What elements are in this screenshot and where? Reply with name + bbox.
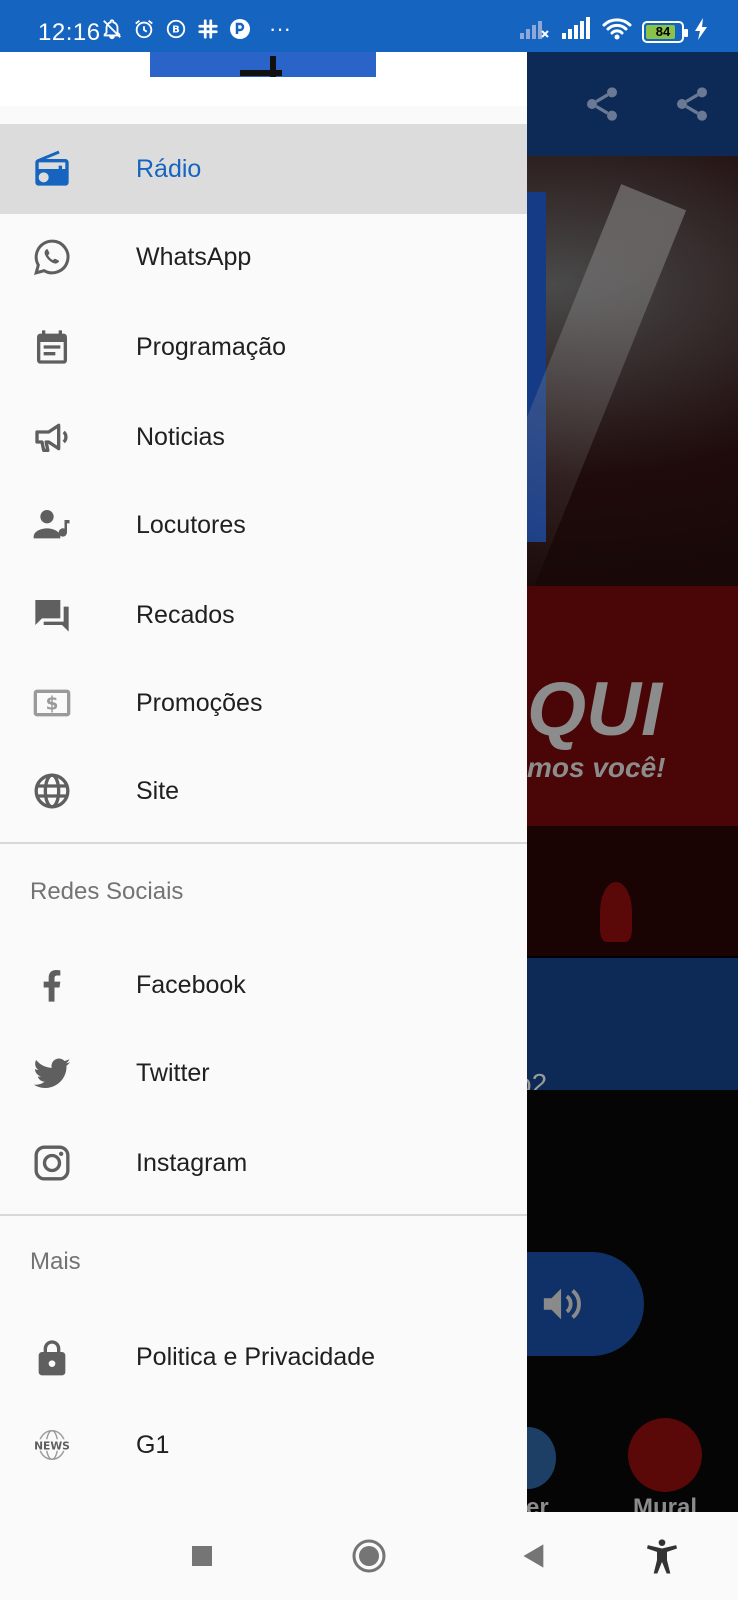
megaphone-icon: [32, 417, 72, 457]
square-icon: [192, 1546, 212, 1566]
menu-item-radio[interactable]: Rádio: [0, 124, 527, 214]
menu-item-programacao[interactable]: Programação: [0, 302, 527, 392]
lock-icon: [32, 1337, 72, 1377]
tab-mural-label: Mural: [633, 1494, 698, 1512]
wifi-icon: [602, 17, 632, 46]
dollar-bill-icon: $: [32, 683, 72, 723]
whatsapp-icon: [32, 237, 72, 277]
recents-button[interactable]: [178, 1532, 226, 1580]
menu-item-promocoes[interactable]: $ Promoções: [0, 658, 527, 748]
battery-icon: 84: [642, 20, 688, 43]
chat-bubbles-icon: [32, 595, 72, 635]
bell-off-icon: [100, 17, 124, 41]
menu-item-label: G1: [136, 1430, 170, 1459]
globe-icon: [32, 771, 72, 811]
mural-tab-icon: [628, 1418, 702, 1492]
triangle-back-icon: [523, 1544, 544, 1568]
accessibility-icon: [647, 1539, 677, 1574]
menu-item-instagram[interactable]: Instagram: [0, 1118, 527, 1208]
menu-item-label: Promoções: [136, 688, 263, 717]
menu-item-privacy[interactable]: Politica e Privacidade: [0, 1312, 527, 1402]
charging-icon: [694, 18, 708, 45]
menu-item-label: Facebook: [136, 970, 246, 999]
radio-icon: [32, 149, 72, 189]
menu-item-label: Programação: [136, 332, 287, 361]
facebook-icon: [32, 965, 72, 1005]
home-button[interactable]: [345, 1532, 393, 1580]
more-notifications: ···: [269, 16, 291, 41]
person-music-icon: [32, 505, 72, 545]
menu-item-label: Recados: [136, 600, 235, 629]
section-header-more: Mais: [30, 1248, 81, 1275]
banner-subtext: mos você!: [527, 752, 666, 783]
volume-icon: [543, 1288, 581, 1320]
menu-item-recados[interactable]: Recados: [0, 570, 527, 660]
news-icon-text: NEWS: [34, 1439, 70, 1452]
menu-item-label: Locutores: [136, 510, 246, 539]
slack-icon: [196, 17, 220, 41]
menu-item-label: Rádio: [136, 154, 202, 183]
accessibility-button[interactable]: [638, 1532, 686, 1580]
news-icon: NEWS: [32, 1425, 72, 1465]
share-icon: [677, 87, 707, 121]
menu-item-noticias[interactable]: Noticias: [0, 392, 527, 482]
status-bar: 12:16 B ··· 84: [0, 0, 738, 52]
menu-item-facebook[interactable]: Facebook: [0, 940, 527, 1030]
section-header-social: Redes Sociais: [30, 878, 184, 905]
svg-text:$: $: [46, 694, 59, 715]
banner-text: QUI: [527, 667, 663, 752]
b-badge-icon: B: [164, 17, 188, 41]
back-button[interactable]: [510, 1532, 558, 1580]
drawer-header: [0, 52, 527, 106]
menu-item-label: WhatsApp: [136, 242, 252, 271]
menu-item-whatsapp[interactable]: WhatsApp: [0, 212, 527, 302]
calendar-icon: [32, 327, 72, 367]
menu-item-twitter[interactable]: Twitter: [0, 1028, 527, 1118]
svg-text:B: B: [172, 25, 180, 36]
menu-item-g1[interactable]: NEWS G1: [0, 1400, 527, 1490]
system-nav-bar: [0, 1512, 738, 1600]
twitter-icon: [32, 1053, 72, 1093]
menu-item-locutores[interactable]: Locutores: [0, 480, 527, 570]
divider: [0, 842, 527, 844]
circle-icon: [352, 1539, 386, 1573]
menu-item-label: Noticias: [136, 422, 225, 451]
status-time: 12:16: [38, 19, 101, 46]
signal-sim2-icon: [518, 17, 550, 46]
signal-icon: [560, 17, 592, 46]
menu-item-label: Site: [136, 776, 180, 805]
menu-item-label: Politica e Privacidade: [136, 1342, 376, 1371]
battery-level: 84: [655, 24, 671, 39]
share-icon: [587, 87, 617, 121]
navigation-drawer: Rádio WhatsApp Programação Noticias Locu…: [0, 52, 527, 1512]
menu-item-site[interactable]: Site: [0, 746, 527, 836]
app-badge-icon: [228, 17, 252, 41]
instagram-icon: [32, 1143, 72, 1183]
divider: [0, 1214, 527, 1216]
menu-item-label: Instagram: [136, 1148, 248, 1177]
alarm-icon: [132, 17, 156, 41]
menu-item-label: Twitter: [136, 1058, 210, 1087]
